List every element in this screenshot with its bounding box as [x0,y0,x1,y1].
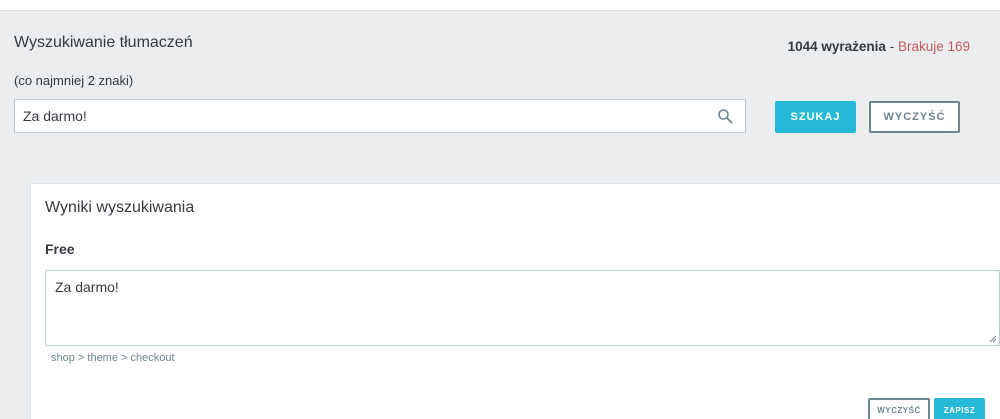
search-hint: (co najmniej 2 znaki) [14,73,134,88]
search-title: Wyszukiwanie tłumaczeń [14,34,193,51]
translation-stats: 1044 wyrażenia - Brakuje 169 [788,39,970,54]
results-title: Wyniki wyszukiwania [45,199,195,216]
top-strip [0,0,1000,10]
translation-field[interactable]: Za darmo! [45,270,1000,346]
translation-textarea[interactable]: Za darmo! [55,279,985,339]
missing-count-link[interactable]: Brakuje 169 [898,39,970,54]
search-icon[interactable] [717,108,733,124]
resize-grip-icon[interactable] [989,335,997,343]
search-input[interactable] [23,100,703,132]
stats-separator: - [885,39,898,54]
domain-breadcrumb: shop > theme > checkout [51,352,175,364]
search-results-card: Wyniki wyszukiwania Free Za darmo! shop … [30,183,1000,419]
search-panel: Wyszukiwanie tłumaczeń (co najmniej 2 zn… [0,10,1000,419]
save-translation-button[interactable]: ZAPISZ [934,398,985,419]
source-string: Free [45,241,75,257]
expression-count: 1044 wyrażenia [787,39,886,54]
clear-translation-button[interactable]: WYCZYŚĆ [868,398,930,419]
search-button[interactable]: SZUKAJ [775,101,856,133]
search-field[interactable] [14,99,746,133]
clear-search-button[interactable]: WYCZYŚĆ [869,101,960,133]
